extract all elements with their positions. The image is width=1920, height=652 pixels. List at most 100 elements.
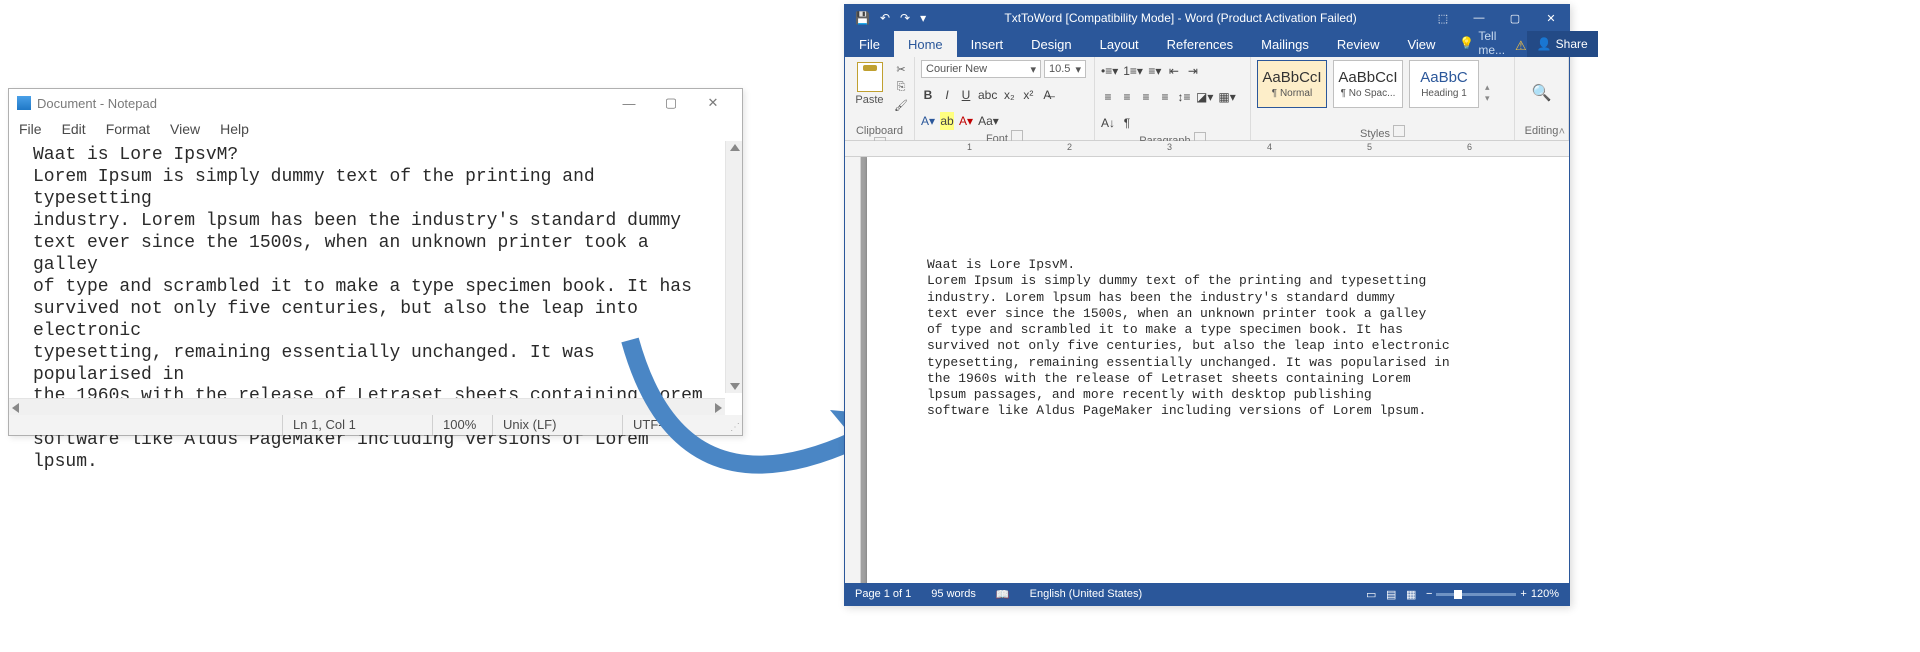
- close-button[interactable]: ✕: [1533, 5, 1569, 31]
- maximize-button[interactable]: ▢: [650, 89, 692, 117]
- document-area: Waat is Lore IpsvM. Lorem Ipsum is simpl…: [845, 157, 1569, 585]
- find-icon[interactable]: 🔍: [1532, 83, 1552, 103]
- font-color-icon[interactable]: A▾: [959, 112, 973, 130]
- redo-icon[interactable]: ↷: [900, 11, 910, 25]
- font-size-select[interactable]: 10.5▾: [1044, 60, 1086, 78]
- minimize-button[interactable]: —: [608, 89, 650, 117]
- word-statusbar: Page 1 of 1 95 words 📖 English (United S…: [845, 583, 1569, 605]
- zoom-out-icon[interactable]: −: [1426, 588, 1432, 600]
- tab-file[interactable]: File: [845, 31, 894, 57]
- styles-more-icon[interactable]: ▴▾: [1485, 60, 1490, 125]
- style-heading-1[interactable]: AaBbC Heading 1: [1409, 60, 1479, 108]
- clipboard-icon: [857, 62, 883, 92]
- word-window: 💾 ↶ ↷ ▾ TxtToWord [Compatibility Mode] -…: [844, 4, 1570, 606]
- line-spacing-icon[interactable]: ↕≡: [1177, 88, 1191, 106]
- change-case-icon[interactable]: Aa▾: [978, 112, 999, 130]
- group-clipboard: Paste ✂ ⎘ 🖌 Clipboard: [845, 57, 915, 140]
- minimize-button[interactable]: —: [1461, 5, 1497, 31]
- share-button[interactable]: 👤 Share: [1527, 31, 1598, 57]
- highlight-icon[interactable]: ab: [940, 112, 954, 130]
- text-effects-icon[interactable]: A▾: [921, 112, 935, 130]
- close-button[interactable]: ✕: [692, 89, 734, 117]
- tell-me[interactable]: 💡 Tell me...: [1449, 29, 1515, 57]
- italic-button[interactable]: I: [940, 86, 954, 104]
- ribbon: Paste ✂ ⎘ 🖌 Clipboard Courier New▾ 10.5▾…: [845, 57, 1569, 141]
- notepad-menubar: File Edit Format View Help: [9, 117, 742, 141]
- align-left-icon[interactable]: ≡: [1101, 88, 1115, 106]
- cut-icon[interactable]: ✂: [894, 62, 908, 76]
- tab-design[interactable]: Design: [1017, 31, 1085, 57]
- print-layout-icon[interactable]: ▤: [1376, 583, 1396, 605]
- tab-mailings[interactable]: Mailings: [1247, 31, 1323, 57]
- notepad-titlebar[interactable]: Document - Notepad — ▢ ✕: [9, 89, 742, 117]
- strikethrough-button[interactable]: abc: [978, 86, 997, 104]
- status-words[interactable]: 95 words: [921, 583, 986, 605]
- style-no-spacing[interactable]: AaBbCcI ¶ No Spac...: [1333, 60, 1403, 108]
- share-icon: 👤: [1537, 37, 1552, 51]
- clear-format-icon[interactable]: A̶: [1040, 86, 1054, 104]
- notepad-title: Document - Notepad: [37, 96, 157, 111]
- zoom-level[interactable]: 120%: [1531, 588, 1559, 600]
- multilevel-icon[interactable]: ≡▾: [1148, 62, 1162, 80]
- web-layout-icon[interactable]: ▦: [1396, 583, 1416, 605]
- notepad-icon: [17, 96, 31, 110]
- ribbon-options-icon[interactable]: ⬚: [1425, 5, 1461, 31]
- shading-icon[interactable]: ◪▾: [1196, 88, 1213, 106]
- bullets-icon[interactable]: •≡▾: [1101, 62, 1118, 80]
- page: Waat is Lore IpsvM. Lorem Ipsum is simpl…: [867, 157, 1569, 585]
- zoom-slider[interactable]: − + 120%: [1416, 583, 1569, 605]
- dialog-launcher-icon[interactable]: [1393, 125, 1405, 137]
- tab-review[interactable]: Review: [1323, 31, 1394, 57]
- show-marks-icon[interactable]: ¶: [1120, 114, 1134, 132]
- horizontal-ruler[interactable]: 1 2 3 4 5 6: [845, 141, 1569, 157]
- read-mode-icon[interactable]: ▭: [1356, 583, 1376, 605]
- numbering-icon[interactable]: 1≡▾: [1123, 62, 1143, 80]
- underline-button[interactable]: U: [959, 86, 973, 104]
- menu-format[interactable]: Format: [106, 121, 150, 137]
- tab-layout[interactable]: Layout: [1086, 31, 1153, 57]
- borders-icon[interactable]: ▦▾: [1218, 88, 1235, 106]
- font-name-select[interactable]: Courier New▾: [921, 60, 1041, 78]
- justify-icon[interactable]: ≡: [1158, 88, 1172, 106]
- status-language[interactable]: English (United States): [1020, 583, 1153, 605]
- menu-help[interactable]: Help: [220, 121, 249, 137]
- align-right-icon[interactable]: ≡: [1139, 88, 1153, 106]
- status-zoom[interactable]: 100%: [432, 415, 492, 435]
- word-titlebar[interactable]: 💾 ↶ ↷ ▾ TxtToWord [Compatibility Mode] -…: [845, 5, 1569, 31]
- superscript-button[interactable]: x²: [1021, 86, 1035, 104]
- paste-button[interactable]: Paste: [851, 60, 888, 125]
- status-proof-icon[interactable]: 📖: [986, 583, 1020, 605]
- menu-edit[interactable]: Edit: [62, 121, 86, 137]
- status-page[interactable]: Page 1 of 1: [845, 583, 921, 605]
- vertical-ruler[interactable]: [845, 157, 861, 585]
- undo-icon[interactable]: ↶: [880, 11, 890, 25]
- quick-access-toolbar: 💾 ↶ ↷ ▾: [845, 11, 936, 25]
- menu-view[interactable]: View: [170, 121, 200, 137]
- decrease-indent-icon[interactable]: ⇤: [1167, 62, 1181, 80]
- qa-dropdown-icon[interactable]: ▾: [920, 11, 926, 25]
- ribbon-tabs: File Home Insert Design Layout Reference…: [845, 31, 1569, 57]
- align-center-icon[interactable]: ≡: [1120, 88, 1134, 106]
- warning-icon[interactable]: ⚠: [1515, 35, 1527, 57]
- maximize-button[interactable]: ▢: [1497, 5, 1533, 31]
- format-painter-icon[interactable]: 🖌: [894, 98, 908, 112]
- group-paragraph: •≡▾ 1≡▾ ≡▾ ⇤ ⇥ ≡ ≡ ≡ ≡ ↕≡ ◪▾ ▦▾ A↓: [1095, 57, 1251, 140]
- status-cursor: Ln 1, Col 1: [282, 415, 432, 435]
- horizontal-scrollbar[interactable]: [9, 398, 725, 415]
- tab-view[interactable]: View: [1393, 31, 1449, 57]
- sort-icon[interactable]: A↓: [1101, 114, 1115, 132]
- collapse-ribbon-icon[interactable]: ˄: [1559, 126, 1565, 138]
- increase-indent-icon[interactable]: ⇥: [1186, 62, 1200, 80]
- bold-button[interactable]: B: [921, 86, 935, 104]
- document-text[interactable]: Waat is Lore IpsvM. Lorem Ipsum is simpl…: [927, 257, 1549, 420]
- copy-icon[interactable]: ⎘: [894, 80, 908, 94]
- subscript-button[interactable]: x₂: [1002, 86, 1016, 104]
- tab-insert[interactable]: Insert: [957, 31, 1018, 57]
- word-title: TxtToWord [Compatibility Mode] - Word (P…: [936, 11, 1425, 25]
- zoom-in-icon[interactable]: +: [1520, 588, 1526, 600]
- tab-home[interactable]: Home: [894, 31, 957, 57]
- menu-file[interactable]: File: [19, 121, 42, 137]
- save-icon[interactable]: 💾: [855, 11, 870, 25]
- style-normal[interactable]: AaBbCcI ¶ Normal: [1257, 60, 1327, 108]
- tab-references[interactable]: References: [1153, 31, 1247, 57]
